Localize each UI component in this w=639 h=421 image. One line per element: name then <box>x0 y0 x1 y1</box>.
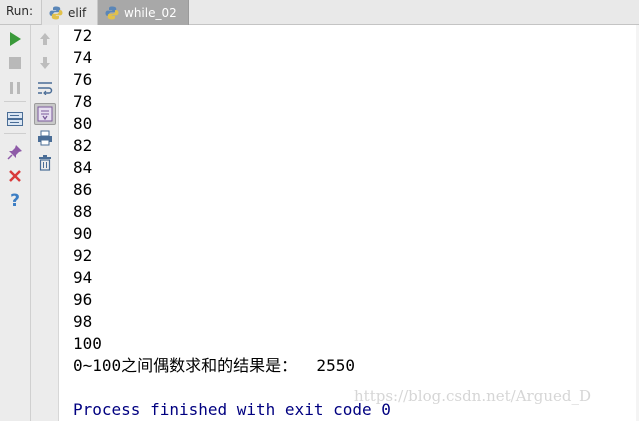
scroll-to-end-icon <box>37 106 53 122</box>
stop-button[interactable] <box>5 53 25 73</box>
close-button[interactable] <box>5 166 25 186</box>
console-line: 92 <box>73 246 93 265</box>
pause-button[interactable] <box>5 78 25 98</box>
python-icon <box>104 5 120 21</box>
console-line: 96 <box>73 290 93 309</box>
exit-code-line: Process finished with exit code 0 <box>73 400 391 419</box>
console-line: 80 <box>73 114 93 133</box>
console-line: 98 <box>73 312 93 331</box>
print-icon <box>38 130 52 146</box>
console-output[interactable]: 72 74 76 78 80 82 84 86 88 90 92 94 96 9… <box>60 25 639 421</box>
print-button[interactable] <box>35 128 55 148</box>
run-label: Run: <box>6 4 34 18</box>
up-arrow-icon <box>40 33 50 45</box>
watermark: https://blog.csdn.net/Argued_D <box>354 387 591 405</box>
pin-button[interactable] <box>5 142 25 162</box>
layout-icon <box>7 112 23 126</box>
help-button[interactable]: ? <box>5 191 25 211</box>
console-line: 76 <box>73 70 93 89</box>
previous-occurrence-button[interactable] <box>35 29 55 49</box>
help-icon: ? <box>10 191 20 211</box>
console-line: 90 <box>73 224 93 243</box>
console-line: 86 <box>73 180 93 199</box>
run-toolbar-secondary <box>31 25 59 421</box>
soft-wrap-button[interactable] <box>35 78 55 98</box>
layout-button[interactable] <box>5 109 25 129</box>
tab-elif-label: elif <box>68 5 87 20</box>
console-line: 84 <box>73 158 93 177</box>
rerun-button[interactable] <box>5 29 25 49</box>
scroll-to-end-button[interactable] <box>34 103 56 125</box>
clear-all-button[interactable] <box>35 153 55 173</box>
tab-while-02[interactable]: while_02 <box>97 0 189 25</box>
trash-icon <box>39 155 51 171</box>
console-line: 94 <box>73 268 93 287</box>
down-arrow-icon <box>40 57 50 69</box>
rerun-icon <box>10 32 21 46</box>
console-line: 88 <box>73 202 93 221</box>
pause-icon <box>10 82 20 94</box>
next-occurrence-button[interactable] <box>35 53 55 73</box>
soft-wrap-icon <box>38 82 53 95</box>
console-line: 78 <box>73 92 93 111</box>
stop-icon <box>9 57 21 69</box>
tab-while-02-label: while_02 <box>124 5 177 20</box>
run-toolbar-primary: ? <box>0 25 31 421</box>
tab-elif[interactable]: elif <box>41 0 97 25</box>
console-line: 100 <box>73 334 102 353</box>
pin-icon <box>7 145 22 160</box>
result-line: 0~100之间偶数求和的结果是： 2550 <box>73 356 355 375</box>
python-icon <box>48 5 64 21</box>
console-line: 82 <box>73 136 93 155</box>
console-line: 74 <box>73 48 93 67</box>
run-tab-bar: Run: elif while_02 <box>0 0 639 25</box>
close-icon <box>9 170 21 182</box>
console-line: 72 <box>73 26 93 45</box>
